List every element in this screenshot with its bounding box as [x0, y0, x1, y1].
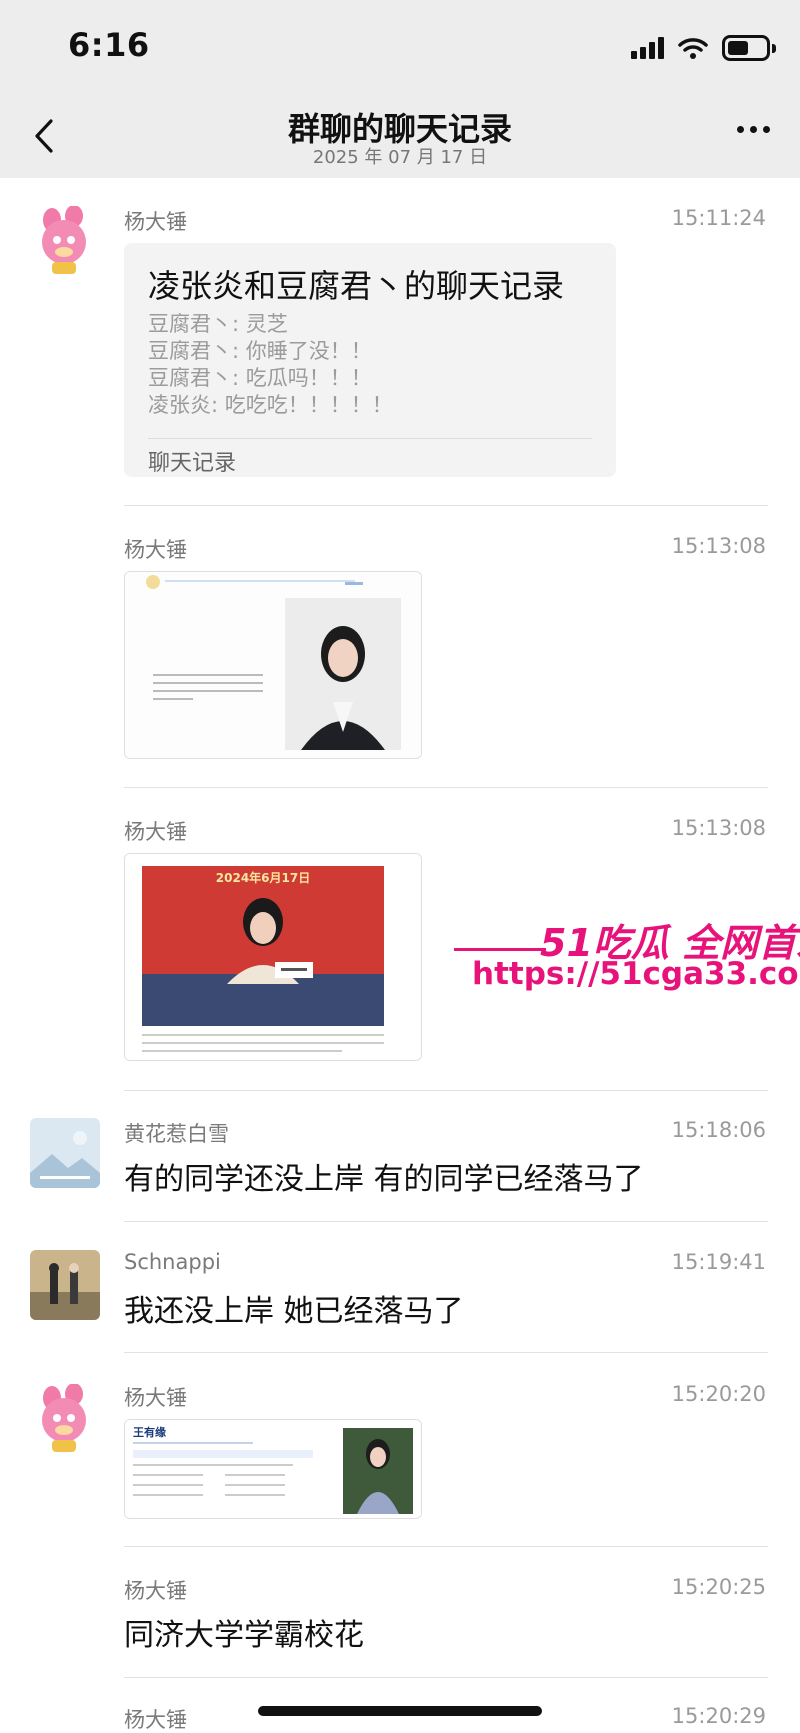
message-divider: [124, 787, 768, 788]
watermark: 51吃瓜 全网首发 https://51cga33.com: [450, 912, 800, 992]
message-time: 15:13:08: [671, 534, 766, 558]
home-indicator[interactable]: [258, 1706, 542, 1716]
message-divider: [124, 505, 768, 506]
status-time: 6:16: [68, 26, 150, 64]
sender-name: Schnappi: [124, 1250, 221, 1274]
message-time: 15:20:20: [671, 1382, 766, 1406]
signal-icon: [631, 37, 664, 59]
chat-record-card[interactable]: 凌张炎和豆腐君丶的聊天记录 豆腐君丶: 灵芝 豆腐君丶: 你睡了没！！ 豆腐君丶…: [124, 243, 616, 477]
message-text: 我还没上岸 她已经落马了: [124, 1294, 464, 1329]
avatar[interactable]: [30, 1384, 100, 1454]
watermark-line: [454, 948, 546, 951]
status-icons: [631, 34, 776, 62]
record-preview: 豆腐君丶: 灵芝 豆腐君丶: 你睡了没！！ 豆腐君丶: 吃瓜吗！！！ 凌张炎: …: [148, 311, 393, 419]
image-message[interactable]: 2024年6月17日: [124, 853, 422, 1061]
battery-icon: [722, 35, 776, 61]
record-title: 凌张炎和豆腐君丶的聊天记录: [148, 267, 565, 305]
sender-name: 黄花惹白雪: [124, 1122, 229, 1146]
message-divider: [124, 1221, 768, 1222]
sender-name: 杨大锤: [124, 538, 187, 562]
message-divider: [124, 1546, 768, 1547]
page-subtitle: 2025 年 07 月 17 日: [312, 147, 488, 168]
message-time: 15:18:06: [671, 1118, 766, 1142]
sender-name: 杨大锤: [124, 1386, 187, 1410]
message-time: 15:20:25: [671, 1575, 766, 1599]
message-divider: [124, 1090, 768, 1091]
record-line: 豆腐君丶: 吃瓜吗！！！: [148, 366, 372, 390]
sender-name: 杨大锤: [124, 820, 187, 844]
avatar[interactable]: [30, 206, 100, 276]
sender-name: 杨大锤: [124, 1579, 187, 1603]
record-line: 豆腐君丶: 你睡了没！！: [148, 339, 372, 363]
avatar[interactable]: [30, 1118, 100, 1188]
avatar[interactable]: [30, 1250, 100, 1320]
sender-name: 杨大锤: [124, 210, 187, 234]
message-time: 15:13:08: [671, 816, 766, 840]
top-bar: 6:16 群聊的聊天记录 2025 年 07 月 17 日: [0, 0, 800, 178]
record-divider: [148, 438, 592, 439]
image-message[interactable]: [124, 571, 422, 759]
message-text: 有的同学还没上岸 有的同学已经落马了: [124, 1162, 644, 1197]
watermark-url: https://51cga33.com: [472, 956, 800, 992]
message-time: 15:19:41: [671, 1250, 766, 1274]
record-line: 凌张炎: 吃吃吃！！！！！: [148, 393, 393, 417]
record-footer: 聊天记录: [148, 451, 237, 476]
image-caption: 2024年6月17日: [216, 870, 310, 885]
message-text: 同济大学学霸校花: [124, 1618, 364, 1653]
more-dots-icon[interactable]: [737, 126, 770, 133]
wifi-icon: [678, 38, 708, 59]
image-message[interactable]: 王有缘: [124, 1419, 422, 1519]
message-time: 15:20:29: [671, 1704, 766, 1728]
record-line: 豆腐君丶: 灵芝: [148, 312, 288, 336]
message-time: 15:11:24: [671, 206, 766, 230]
sender-name: 杨大锤: [124, 1708, 187, 1732]
message-divider: [124, 1352, 768, 1353]
message-divider: [124, 1677, 768, 1678]
image-caption: 王有缘: [133, 1425, 166, 1439]
